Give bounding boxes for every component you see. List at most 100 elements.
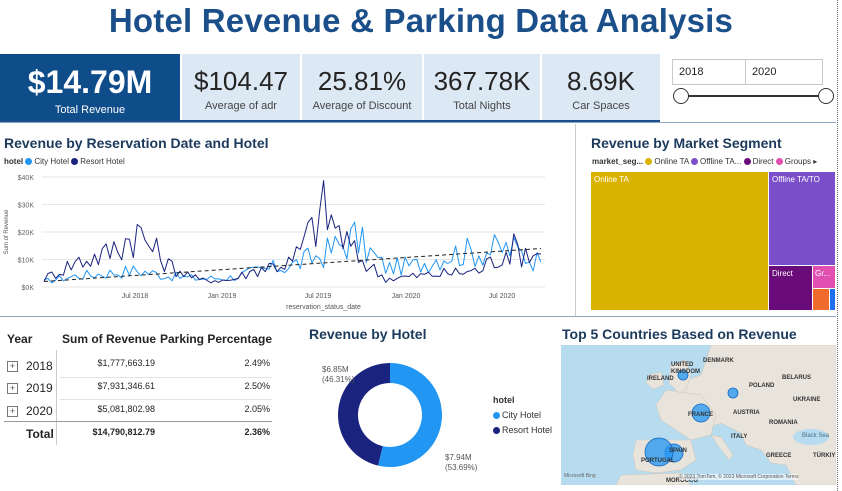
treemap-tile-online-ta[interactable]: Online TA [591,172,768,310]
year-slider-track[interactable] [680,95,825,97]
table-row-divider-2 [60,399,272,400]
donut-legend-title: hotel [493,395,515,405]
map-label-turkey: TÜRKIY [813,453,836,459]
donut-legend-resort[interactable]: Resort Hotel [493,423,552,438]
y-tick-label: $0K [22,285,35,292]
treemap-tile-groups[interactable]: Gr... [813,266,835,288]
table-total-parking: 2.36% [244,427,270,437]
kpi-car-spaces-value: 8.69K [567,66,635,96]
table-row-2019-parking: 2.50% [244,381,270,391]
map-bing-logo: Microsoft Bing [564,473,596,479]
country-revenue-map[interactable]: DENMARK UNITED KINGDOM IRELAND POLAND BE… [561,345,836,485]
kpi-total-nights-label: Total Nights [453,100,511,112]
tile-online-ta-label: Online TA [594,175,629,184]
y-tick-label: $40K [18,175,35,182]
map-label-greece: GREECE [766,453,792,459]
treemap-legend: market_seg... Online TA Offline TA... Di… [592,157,817,166]
table-row-2018-year: 2018 [26,359,53,373]
tile-direct-label: Direct [772,269,793,278]
map-label-united-kingdom: UNITED KINGDOM [671,362,700,375]
revenue-line-chart[interactable]: $40K $30K $20K $10K $0K Sum of Revenue Jul 201… [0,165,560,315]
kpi-car-spaces-label: Car Spaces [572,100,630,112]
kpi-avg-discount-label: Average of Discount [312,100,412,112]
donut-city-pct: (53.69%) [445,463,478,472]
section-divider-top [0,122,836,123]
legend-groups-label: Groups [784,157,811,166]
donut-legend-resort-label: Resort Hotel [502,425,553,435]
map-label-poland: POLAND [749,383,775,389]
y-axis-label: Sum of Revenue [4,209,10,254]
dashboard-title: Hotel Revenue & Parking Data Analysis [108,2,734,39]
kpi-total-revenue-value: $14.79M [27,64,153,100]
y-tick-label: $10K [18,258,35,265]
line-chart-title: Revenue by Reservation Date and Hotel [4,135,269,151]
table-total-revenue: $14,790,812.79 [92,427,155,437]
expand-2020-icon[interactable]: + [7,406,18,417]
kpi-avg-discount: 25.81% Average of Discount [302,54,422,120]
donut-city-swatch [493,412,500,420]
donut-resort-swatch [493,427,500,435]
kpi-avg-adr: $104.47 Average of adr [182,54,300,120]
kpi-avg-adr-value: $104.47 [194,66,288,96]
year-slider-start-handle[interactable] [673,88,689,104]
map-copyright[interactable]: © 2023 TomTom, © 2023 Microsoft Corporat… [679,474,799,480]
right-edge-divider [836,0,838,491]
kpi-total-nights: 367.78K Total Nights [424,54,540,120]
table-header-parking[interactable]: Parking Percentage [160,332,272,346]
year-slider-end-handle[interactable] [818,88,834,104]
groups-swatch [775,158,783,166]
donut-city-value: $7.94M [445,453,472,462]
donut-legend: hotel City Hotel Resort Hotel [493,393,552,438]
map-label-black-sea: Black Sea [802,433,830,439]
table-row-2019-year: 2019 [26,381,53,395]
legend-online-ta-label: Online TA [654,157,689,166]
legend-item-groups[interactable]: Groups [775,157,811,166]
legend-next-arrow-icon[interactable]: ▸ [813,157,817,166]
donut-legend-city-label: City Hotel [502,410,542,420]
section-divider-middle [0,316,836,317]
treemap-tile-offline-ta[interactable]: Offline TA/TO [769,172,835,265]
table-header-year[interactable]: Year [7,332,32,346]
online-ta-swatch [645,158,653,166]
donut-city-callout: $7.94M (53.69%) [445,453,477,473]
y-tick-label: $30K [18,203,35,210]
map-label-italy: ITALY [731,434,748,440]
kpi-car-spaces: 8.69K Car Spaces [542,54,660,120]
direct-swatch [743,158,751,166]
donut-resort-value: $6.85M [322,365,349,374]
map-label-belarus: BELARUS [782,375,812,381]
legend-offline-ta-label: Offline TA... [700,157,742,166]
treemap-tile-direct[interactable]: Direct [769,266,812,310]
year-from-input[interactable]: 2018 [672,59,750,85]
map-label-france: FRANCE [688,412,713,418]
treemap-left-divider [575,124,576,316]
donut-resort-pct: (46.31%) [322,375,355,384]
tile-offline-label: Offline TA/TO [772,175,820,184]
treemap-legend-title: market_seg... [592,157,644,166]
table-row-2020-year: 2020 [26,404,53,418]
treemap-title: Revenue by Market Segment [591,135,782,151]
table-row-2020-revenue: $5,081,802.98 [97,404,155,414]
x-tick-label: Jan 2020 [392,293,421,300]
donut-legend-city[interactable]: City Hotel [493,408,552,423]
treemap-tile-corporate[interactable] [813,289,829,310]
expand-2018-icon[interactable]: + [7,361,18,372]
donut-resort-callout: $6.85M (46.31%) [322,365,354,385]
kpi-total-nights-value: 367.78K [433,66,531,96]
treemap-tile-other[interactable] [830,289,835,310]
legend-item-direct[interactable]: Direct [743,157,773,166]
table-header-revenue[interactable]: Sum of Revenue [62,332,156,346]
map-label-ukraine: UKRAINE [793,397,821,403]
kpi-total-revenue: $14.79M Total Revenue [0,54,180,120]
legend-item-online-ta[interactable]: Online TA [645,157,689,166]
donut-title: Revenue by Hotel [309,326,427,342]
offline-ta-swatch [691,158,698,166]
kpi-avg-adr-label: Average of adr [205,100,277,112]
map-label-romania: ROMANIA [769,420,798,426]
legend-item-offline-ta[interactable]: Offline TA... [691,157,741,166]
expand-2019-icon[interactable]: + [7,383,18,394]
table-column-divider [56,350,57,445]
year-to-input[interactable]: 2020 [745,59,823,85]
map-label-austria: AUSTRIA [733,410,760,416]
table-total-label: Total [26,427,54,441]
